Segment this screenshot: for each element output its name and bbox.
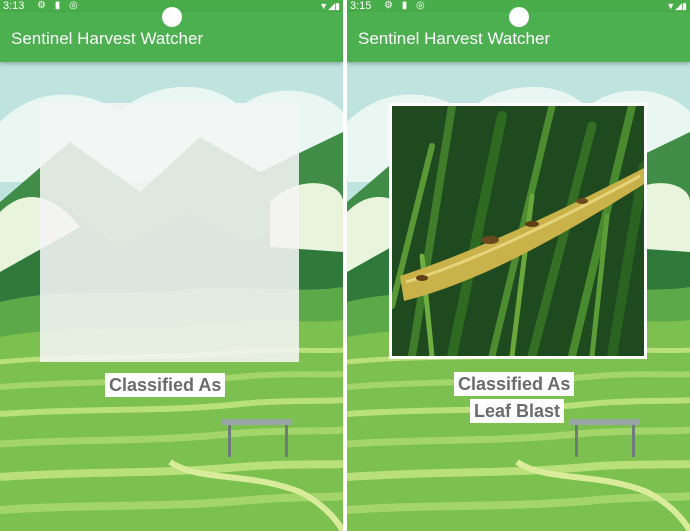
status-icons-right: ▼◢▮ <box>319 1 340 11</box>
phone-screen-left: 3:13 ⚙ ▮ ◎ ▼◢▮ Sentinel Harvest Watcher … <box>0 0 343 531</box>
status-time: 3:13 <box>3 0 25 12</box>
rice-leaf-photo[interactable] <box>389 103 647 359</box>
status-icons-left: ⚙ ▮ ◎ <box>384 0 428 11</box>
app-title: Sentinel Harvest Watcher <box>11 29 204 48</box>
status-time: 3:15 <box>350 0 372 12</box>
classification-label: Classified As <box>454 372 575 396</box>
camera-cutout <box>508 7 529 27</box>
app-title: Sentinel Harvest Watcher <box>358 29 551 48</box>
status-icons-left: ⚙ ▮ ◎ <box>37 0 81 11</box>
classification-result: Leaf Blast <box>470 399 565 423</box>
status-icons-right: ▼◢▮ <box>666 1 687 11</box>
image-placeholder[interactable] <box>40 103 299 362</box>
classification-label: Classified As <box>105 373 226 397</box>
camera-cutout <box>161 7 182 27</box>
